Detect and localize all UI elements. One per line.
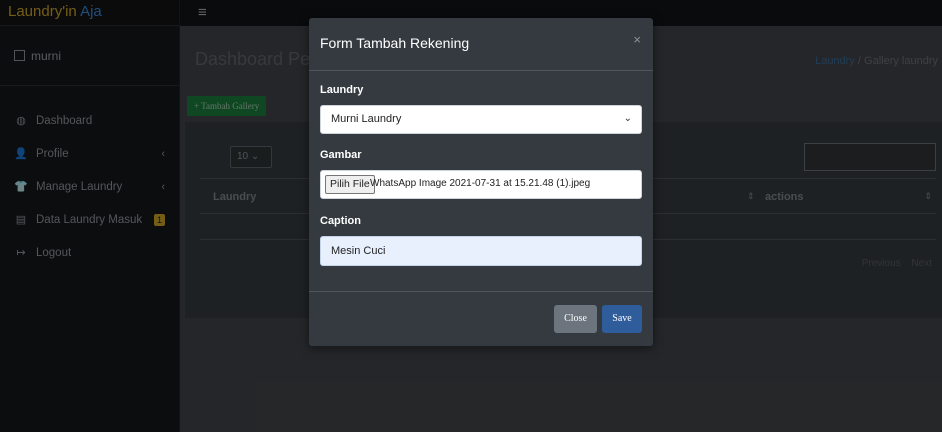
image-file-input[interactable]: Pilih File WhatsApp Image 2021-07-31 at … xyxy=(320,170,642,199)
add-account-modal: Form Tambah Rekening × Laundry Murni Lau… xyxy=(309,18,653,346)
caption-field-label: Caption xyxy=(320,215,361,227)
close-button[interactable]: Close xyxy=(554,305,597,333)
choose-file-button[interactable]: Pilih File xyxy=(325,175,375,194)
laundry-field-label: Laundry xyxy=(320,84,364,96)
selected-file-name: WhatsApp Image 2021-07-31 at 15.21.48 (1… xyxy=(370,178,591,189)
modal-header: Form Tambah Rekening × xyxy=(309,18,653,71)
caption-input[interactable]: Mesin Cuci xyxy=(320,236,642,266)
modal-title: Form Tambah Rekening xyxy=(320,35,470,51)
laundry-select[interactable]: Murni Laundry ⌄ xyxy=(320,105,642,134)
save-button[interactable]: Save xyxy=(602,305,642,333)
image-field-label: Gambar xyxy=(320,149,362,161)
close-icon[interactable]: × xyxy=(633,32,641,47)
modal-footer: Close Save xyxy=(309,291,653,346)
laundry-select-value: Murni Laundry xyxy=(331,113,402,125)
chevron-down-icon: ⌄ xyxy=(623,113,632,124)
